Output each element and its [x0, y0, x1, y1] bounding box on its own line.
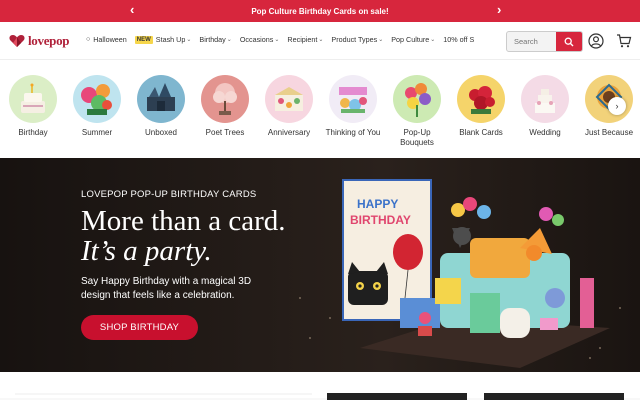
menu-item-promo[interactable]: 10% off S — [443, 35, 474, 44]
category-label: Pop-Up Bouquets — [400, 128, 434, 147]
category-image — [9, 75, 57, 123]
category-image — [201, 75, 249, 123]
search-box — [506, 31, 583, 52]
chevron-right-icon[interactable]: › — [497, 2, 501, 18]
promo-banner[interactable]: ‹ Pop Culture Birthday Cards on sale! › — [0, 0, 640, 22]
category-image — [521, 75, 569, 123]
chevron-down-icon: ⌄ — [318, 37, 324, 43]
menu-label: Recipient — [287, 35, 318, 44]
category-image — [265, 75, 313, 123]
hero-subtitle: It’s a party. — [81, 235, 212, 267]
card-happy-text: HAPPY — [357, 197, 398, 211]
card-birthday-text: BIRTHDAY — [350, 213, 411, 227]
menu-label: 10% off S — [443, 35, 475, 44]
category-image — [329, 75, 377, 123]
logo[interactable]: lovepop — [9, 33, 70, 49]
hero-banner: HAPPY BIRTHDAY LOVEPOP POP-UP BIRTHDAY C… — [0, 158, 640, 372]
ghost-icon: ○ — [86, 36, 91, 43]
menu-label: Pop Culture — [391, 35, 430, 44]
menu-label: Product Types — [331, 35, 378, 44]
cart-icon[interactable] — [616, 33, 632, 49]
menu-label: Halloween — [93, 35, 127, 44]
menu-item-stash-up[interactable]: NEW Stash Up ⌄ — [134, 35, 192, 44]
chevron-left-icon[interactable]: ‹ — [130, 2, 134, 18]
menu-label: Occasions — [239, 35, 274, 44]
search-button[interactable] — [556, 32, 582, 51]
category-unboxed[interactable]: Unboxed — [133, 75, 189, 138]
menu-item-birthday[interactable]: Birthday ⌄ — [199, 35, 231, 44]
category-label: Poet Trees — [205, 128, 245, 137]
category-birthday[interactable]: Birthday — [5, 75, 61, 138]
category-label: Unboxed — [144, 128, 178, 137]
category-image — [393, 75, 441, 123]
account-icon[interactable] — [588, 33, 604, 49]
menu-label: Birthday — [199, 35, 226, 44]
menu-item-recipient[interactable]: Recipient ⌄ — [287, 35, 323, 44]
category-anniversary[interactable]: Anniversary — [261, 75, 317, 138]
menu-item-halloween[interactable]: ○ Halloween — [86, 35, 127, 44]
menu-label: Stash Up — [155, 35, 186, 44]
category-label: Summer — [81, 128, 113, 137]
content-section — [0, 372, 640, 400]
logo-text: lovepop — [28, 33, 70, 48]
category-label: Anniversary — [267, 128, 311, 137]
category-wedding[interactable]: Wedding — [517, 75, 573, 138]
chevron-right-icon: › — [615, 101, 619, 111]
menu-item-product-types[interactable]: Product Types ⌄ — [331, 35, 383, 44]
search-input[interactable] — [507, 37, 556, 46]
chevron-down-icon: ⌄ — [186, 37, 192, 43]
category-image — [457, 75, 505, 123]
chevron-down-icon: ⌄ — [274, 37, 280, 43]
section-divider — [0, 393, 640, 400]
category-label: Just Because — [584, 128, 634, 137]
category-image — [137, 75, 185, 123]
chevron-down-icon: ⌄ — [378, 37, 384, 43]
category-label: Birthday — [18, 128, 48, 137]
category-label: Wedding — [529, 128, 561, 137]
category-label: Thinking of You — [325, 128, 381, 137]
category-pop-up-bouquets[interactable]: Pop-Up Bouquets — [389, 75, 445, 148]
chevron-down-icon: ⌄ — [430, 37, 436, 43]
category-blank-cards[interactable]: Blank Cards — [453, 75, 509, 138]
menu-item-pop-culture[interactable]: Pop Culture ⌄ — [391, 35, 435, 44]
lovepop-heart-icon — [9, 35, 25, 47]
hero-eyebrow: LOVEPOP POP-UP BIRTHDAY CARDS — [81, 189, 257, 200]
carousel-next-button[interactable]: › — [608, 97, 626, 115]
shop-birthday-button[interactable]: SHOP BIRTHDAY — [81, 315, 198, 340]
category-image — [585, 75, 633, 123]
category-carousel: Birthday Summer Unboxed Poet Trees Anniv… — [0, 60, 640, 158]
category-poet-trees[interactable]: Poet Trees — [197, 75, 253, 138]
main-menu: ○ Halloween NEW Stash Up ⌄ Birthday ⌄ Oc… — [86, 35, 482, 44]
menu-item-occasions[interactable]: Occasions ⌄ — [240, 35, 280, 44]
category-thinking-of-you[interactable]: Thinking of You — [325, 75, 381, 138]
hero-description: Say Happy Birthday with a magical 3D des… — [81, 276, 252, 301]
search-icon — [564, 37, 574, 46]
main-header: lovepop ○ Halloween NEW Stash Up ⌄ Birth… — [0, 22, 640, 60]
category-summer[interactable]: Summer — [69, 75, 125, 138]
hero-title: More than a card. — [81, 205, 286, 237]
new-badge: NEW — [134, 35, 153, 44]
chevron-down-icon: ⌄ — [226, 37, 232, 43]
category-label: Blank Cards — [459, 128, 503, 137]
category-image — [73, 75, 121, 123]
promo-text[interactable]: Pop Culture Birthday Cards on sale! — [251, 7, 388, 16]
